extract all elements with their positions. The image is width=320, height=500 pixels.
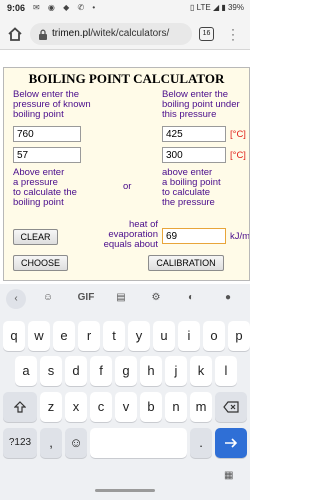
key-v[interactable]: v <box>115 392 137 422</box>
choose-button[interactable]: CHOOSE <box>13 255 68 271</box>
emoji-icon[interactable]: ☺ <box>40 292 56 306</box>
key-k[interactable]: k <box>190 356 212 386</box>
period-key[interactable]: . <box>190 428 212 458</box>
key-n[interactable]: n <box>165 392 187 422</box>
known-boiling-point-input[interactable] <box>162 126 226 142</box>
left-instruction: Below enter the pressure of known boilin… <box>13 89 91 120</box>
key-e[interactable]: e <box>53 321 75 351</box>
key-s[interactable]: s <box>40 356 62 386</box>
key-i[interactable]: i <box>178 321 200 351</box>
status-bar: 9:06 ✉ ◉ ◆ ✆ • ▯ LTE ◢ ▮ 39% <box>0 0 250 18</box>
key-o[interactable]: o <box>203 321 225 351</box>
shift-key[interactable] <box>3 392 37 422</box>
keyboard-toolbar: ‹ ☺ GIF ▤ ⚙ ◐ ● <box>0 284 250 314</box>
right-instruction: Below enter the boiling point under this… <box>162 89 240 120</box>
gear-icon[interactable]: ⚙ <box>148 292 164 306</box>
status-time: 9:06 <box>7 3 26 13</box>
key-m[interactable]: m <box>190 392 212 422</box>
key-p[interactable]: p <box>228 321 250 351</box>
key-x[interactable]: x <box>65 392 87 422</box>
signal-icon: ◢ <box>212 3 220 12</box>
known-pressure-input[interactable] <box>13 126 81 142</box>
pressure-input[interactable] <box>13 147 81 163</box>
numbers-key[interactable]: ?123 <box>3 428 37 458</box>
gif-button[interactable]: GIF <box>75 292 97 306</box>
battery-icon: ▮ <box>221 3 226 12</box>
enter-key[interactable] <box>215 428 247 458</box>
backspace-icon <box>223 401 239 413</box>
url-text[interactable]: trimen.pl/witek/calculators/ <box>52 28 188 39</box>
tab-switcher-button[interactable]: 16 <box>199 27 214 41</box>
status-right: ▯ LTE ◢ ▮ 39% <box>190 3 244 12</box>
key-d[interactable]: d <box>65 356 87 386</box>
network-label: LTE <box>196 3 211 12</box>
browser-toolbar: trimen.pl/witek/calculators/ 16 · · · <box>0 18 250 50</box>
palette-icon[interactable]: ◐ <box>183 292 199 306</box>
battery-level: 39% <box>227 3 244 12</box>
home-icon[interactable] <box>6 25 24 43</box>
key-h[interactable]: h <box>140 356 162 386</box>
vibrate-icon: ▯ <box>190 3 195 12</box>
shift-icon <box>13 401 27 413</box>
emoji-key[interactable]: ☺ <box>65 428 87 458</box>
mic-icon[interactable]: ● <box>220 292 236 306</box>
boiling-point-calculator: BOILING POINT CALCULATOR Below enter the… <box>3 67 250 281</box>
heat-of-evaporation-input[interactable] <box>162 228 226 244</box>
key-f[interactable]: f <box>90 356 112 386</box>
key-z[interactable]: z <box>40 392 62 422</box>
key-t[interactable]: t <box>103 321 125 351</box>
notification-icons: ✉ ◉ ◆ ✆ • <box>33 3 99 12</box>
key-c[interactable]: c <box>90 392 112 422</box>
key-y[interactable]: y <box>128 321 150 351</box>
emoji-icon: ☺ <box>69 435 83 450</box>
page-title: BOILING POINT CALCULATOR <box>28 71 225 86</box>
right-hint: above enter a boiling point to calculate… <box>162 167 221 208</box>
key-r[interactable]: r <box>78 321 100 351</box>
key-a[interactable]: a <box>15 356 37 386</box>
key-q[interactable]: q <box>3 321 25 351</box>
clear-button[interactable]: CLEAR <box>13 229 58 245</box>
lock-icon[interactable] <box>38 29 48 40</box>
heat-of-evaporation-label: heat of evaporation equals about <box>103 219 158 250</box>
arrow-right-icon <box>225 438 238 448</box>
key-j[interactable]: j <box>165 356 187 386</box>
clipboard-icon[interactable]: ▤ <box>113 292 129 306</box>
on-screen-keyboard: ‹ ☺ GIF ▤ ⚙ ◐ ● q w e r t y u i o p a s … <box>0 284 250 500</box>
celsius-unit-label: [°C] <box>230 150 246 161</box>
celsius-unit-label: [°C] <box>230 129 246 140</box>
gesture-bar <box>95 489 155 492</box>
backspace-key[interactable] <box>215 392 247 422</box>
space-key[interactable] <box>90 428 187 458</box>
key-w[interactable]: w <box>28 321 50 351</box>
key-u[interactable]: u <box>153 321 175 351</box>
comma-key[interactable]: , <box>40 428 62 458</box>
more-menu-icon[interactable]: · · · <box>228 23 238 45</box>
key-g[interactable]: g <box>115 356 137 386</box>
chevron-left-icon[interactable]: ‹ <box>6 289 26 309</box>
boiling-point-input[interactable] <box>162 147 226 163</box>
keyboard-hide-icon[interactable]: ▦ <box>224 470 233 481</box>
key-b[interactable]: b <box>140 392 162 422</box>
or-label: or <box>123 181 132 192</box>
left-hint: Above enter a pressure to calculate the … <box>13 167 77 208</box>
calibration-button[interactable]: CALIBRATION <box>148 255 224 271</box>
key-l[interactable]: l <box>215 356 237 386</box>
kj-mol-unit-label: kJ/mol <box>230 232 249 242</box>
